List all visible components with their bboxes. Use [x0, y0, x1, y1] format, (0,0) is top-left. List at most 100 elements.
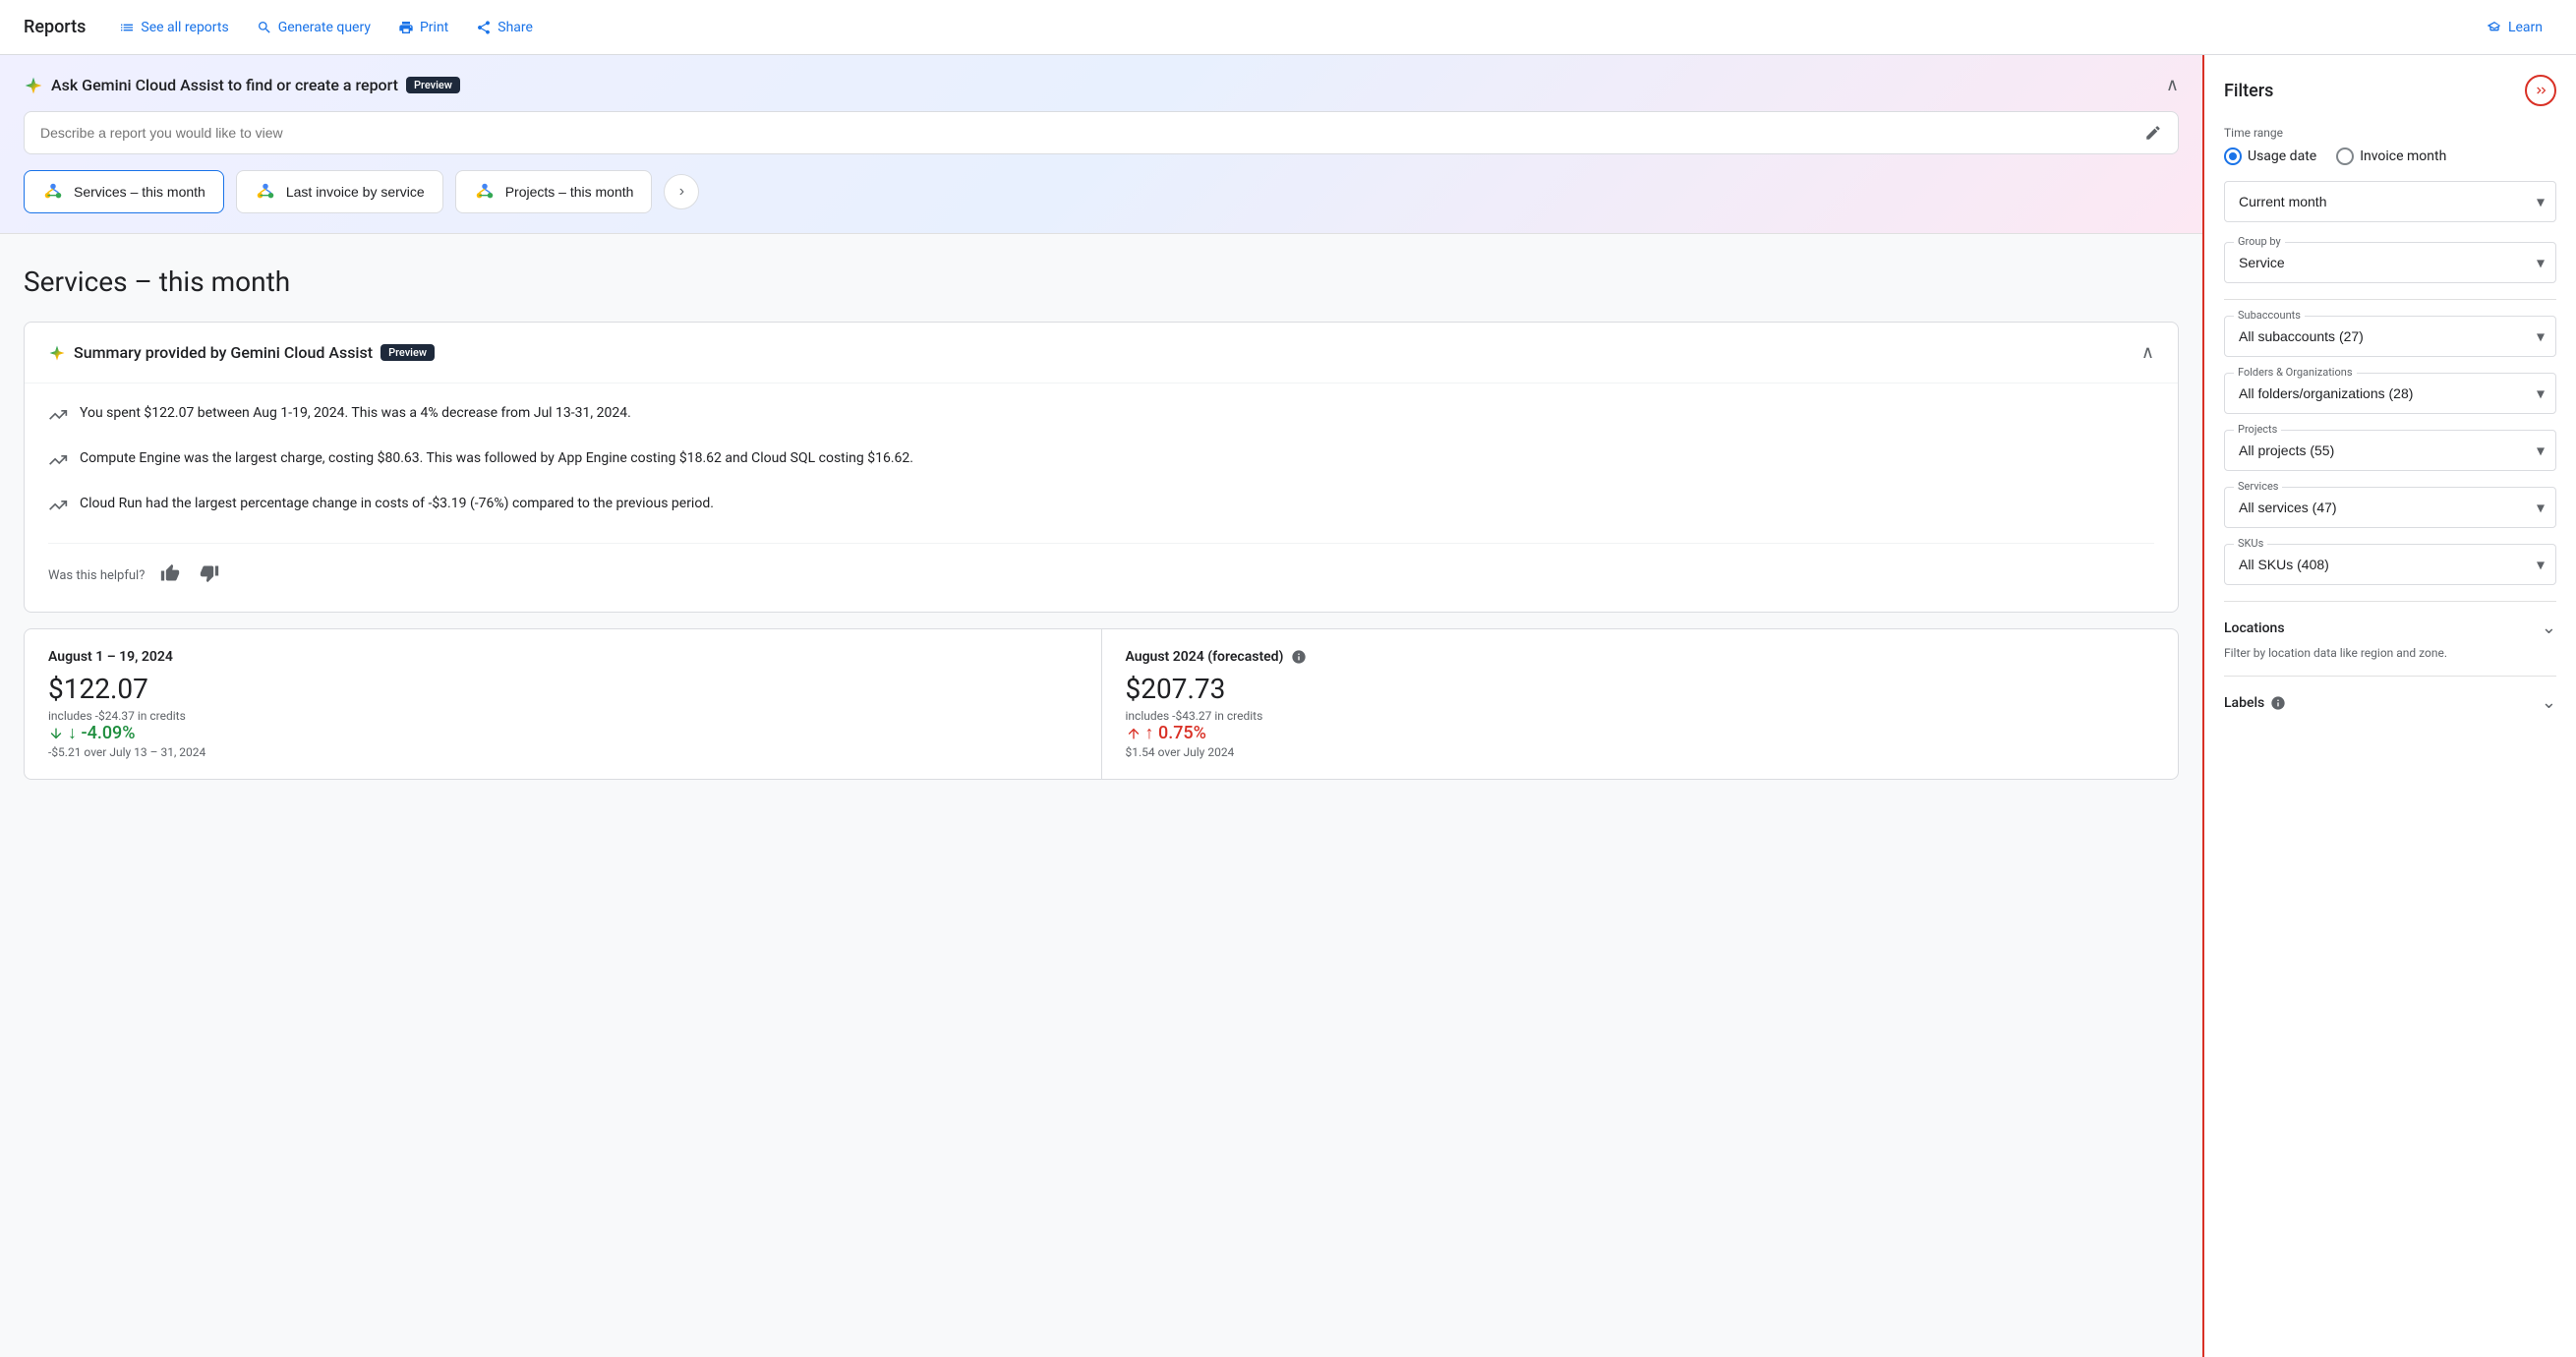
projects-select[interactable]: All projects (55)	[2224, 430, 2556, 471]
sparkle-icon	[24, 76, 43, 95]
subaccounts-select-wrap: Subaccounts All subaccounts (27) ▾	[2224, 316, 2556, 357]
radio-usage-date[interactable]: Usage date	[2224, 148, 2316, 165]
summary-sparkle-icon	[48, 344, 66, 362]
quick-report-projects[interactable]: Projects – this month	[455, 170, 653, 213]
stat-value-2: $207.73	[1126, 673, 2155, 705]
generate-query-link[interactable]: Generate query	[247, 14, 381, 41]
gemini-search-box[interactable]	[24, 111, 2179, 154]
summary-body: You spent $122.07 between Aug 1-19, 2024…	[25, 384, 2178, 612]
quick-report-services-label: Services – this month	[74, 184, 205, 200]
quick-report-projects-label: Projects – this month	[505, 184, 634, 200]
radio-invoice-month-label: Invoice month	[2360, 148, 2446, 164]
time-range-section: Time range Usage date Invoice month Curr…	[2224, 126, 2556, 222]
summary-item-2: Compute Engine was the largest charge, c…	[48, 448, 2154, 478]
summary-item-1: You spent $122.07 between Aug 1-19, 2024…	[48, 403, 2154, 433]
gemini-banner: Ask Gemini Cloud Assist to find or creat…	[0, 55, 2202, 234]
sidebar-inner: Filters Time range Usage date	[2204, 55, 2576, 748]
gemini-preview-badge: Preview	[406, 77, 460, 93]
trend-icon-3	[48, 496, 68, 523]
radio-invoice-month[interactable]: Invoice month	[2336, 148, 2446, 165]
divider-1	[2224, 299, 2556, 300]
sidebar-collapse-button[interactable]	[2525, 75, 2556, 106]
stat-value-1: $122.07	[48, 673, 1078, 705]
gemini-collapse-button[interactable]: ∧	[2166, 75, 2179, 95]
summary-text-3: Cloud Run had the largest percentage cha…	[80, 494, 714, 514]
gemini-banner-title: Ask Gemini Cloud Assist to find or creat…	[51, 76, 398, 94]
page-content: Services – this month Summary provided b…	[0, 234, 2202, 811]
group-by-select[interactable]: Service	[2224, 242, 2556, 283]
header-nav: See all reports Generate query Print Sha…	[109, 14, 2552, 41]
subaccounts-select[interactable]: All subaccounts (27)	[2224, 316, 2556, 357]
learn-link[interactable]: Learn	[2477, 14, 2552, 41]
summary-title: Summary provided by Gemini Cloud Assist …	[48, 343, 435, 362]
share-icon	[476, 20, 492, 35]
gemini-header: Ask Gemini Cloud Assist to find or creat…	[24, 75, 2179, 95]
summary-text-2: Compute Engine was the largest charge, c…	[80, 448, 913, 469]
quick-report-invoice[interactable]: Last invoice by service	[236, 170, 443, 213]
filters-sidebar: Filters Time range Usage date	[2202, 55, 2576, 1357]
header: Reports See all reports Generate query P…	[0, 0, 2576, 55]
summary-collapse-button[interactable]: ∧	[2141, 342, 2154, 363]
gcp-logo-1	[42, 181, 64, 203]
radio-usage-date-circle	[2224, 148, 2242, 165]
summary-card: Summary provided by Gemini Cloud Assist …	[24, 322, 2179, 613]
locations-label: Locations	[2224, 620, 2285, 636]
skus-select[interactable]: All SKUs (408)	[2224, 544, 2556, 585]
gemini-search-input[interactable]	[40, 125, 2144, 141]
app-title: Reports	[24, 17, 86, 37]
time-range-radio-group: Usage date Invoice month	[2224, 148, 2556, 165]
quick-reports-next-button[interactable]: ›	[664, 174, 699, 209]
generate-query-label: Generate query	[278, 20, 371, 35]
locations-header[interactable]: Locations ⌄	[2224, 618, 2556, 638]
gemini-title: Ask Gemini Cloud Assist to find or creat…	[24, 76, 460, 95]
quick-reports: Services – this month Last invoice by se…	[24, 170, 2179, 213]
labels-section: Labels ⌄	[2224, 676, 2556, 729]
share-link[interactable]: Share	[466, 14, 543, 41]
summary-item-3: Cloud Run had the largest percentage cha…	[48, 494, 2154, 523]
stat-sub-2: includes -$43.27 in credits	[1126, 709, 2155, 723]
summary-title-text: Summary provided by Gemini Cloud Assist	[74, 343, 373, 362]
see-all-reports-label: See all reports	[141, 20, 228, 35]
summary-text-1: You spent $122.07 between Aug 1-19, 2024…	[80, 403, 631, 424]
labels-header[interactable]: Labels ⌄	[2224, 692, 2556, 713]
share-label: Share	[498, 20, 533, 35]
content-area: Ask Gemini Cloud Assist to find or creat…	[0, 55, 2202, 1357]
thumbs-up-button[interactable]	[156, 560, 184, 592]
stat-change-1: ↓ -4.09%	[48, 723, 1078, 743]
date-range-select[interactable]: Current month	[2224, 181, 2556, 222]
stats-row: August 1 – 19, 2024 $122.07 includes -$2…	[24, 628, 2179, 780]
stat-block-actual: August 1 – 19, 2024 $122.07 includes -$2…	[25, 629, 1102, 779]
services-select-wrap: Services All services (47) ▾	[2224, 487, 2556, 528]
thumbs-down-button[interactable]	[196, 560, 223, 592]
quick-report-services[interactable]: Services – this month	[24, 170, 224, 213]
see-all-reports-link[interactable]: See all reports	[109, 14, 238, 41]
sidebar-header: Filters	[2224, 75, 2556, 106]
stat-period-2: August 2024 (forecasted)	[1126, 649, 2155, 665]
labels-info-icon	[2270, 695, 2286, 711]
projects-select-wrap: Projects All projects (55) ▾	[2224, 430, 2556, 471]
locations-section: Locations ⌄ Filter by location data like…	[2224, 601, 2556, 676]
search-icon	[257, 20, 272, 35]
folders-select[interactable]: All folders/organizations (28)	[2224, 373, 2556, 414]
helpful-label: Was this helpful?	[48, 568, 145, 583]
helpful-row: Was this helpful?	[48, 543, 2154, 592]
info-icon	[1291, 649, 1307, 665]
print-link[interactable]: Print	[388, 14, 458, 41]
trend-icon-2	[48, 450, 68, 478]
stat-change-value-1: ↓ -4.09%	[68, 723, 136, 743]
stat-change-sub-1: -$5.21 over July 13 – 31, 2024	[48, 745, 1078, 759]
stat-change-sub-2: $1.54 over July 2024	[1126, 745, 2155, 759]
group-by-label: Group by	[2234, 235, 2285, 248]
stat-change-2: ↑ 0.75%	[1126, 723, 2155, 743]
locations-chevron: ⌄	[2542, 618, 2556, 638]
learn-label: Learn	[2508, 20, 2543, 35]
trend-up-icon-2	[48, 450, 68, 470]
print-icon	[398, 20, 414, 35]
services-select[interactable]: All services (47)	[2224, 487, 2556, 528]
locations-desc: Filter by location data like region and …	[2224, 646, 2556, 660]
summary-card-header: Summary provided by Gemini Cloud Assist …	[25, 323, 2178, 384]
folders-label: Folders & Organizations	[2234, 366, 2357, 379]
radio-invoice-month-circle	[2336, 148, 2354, 165]
labels-label: Labels	[2224, 695, 2264, 711]
learn-icon	[2487, 20, 2502, 35]
